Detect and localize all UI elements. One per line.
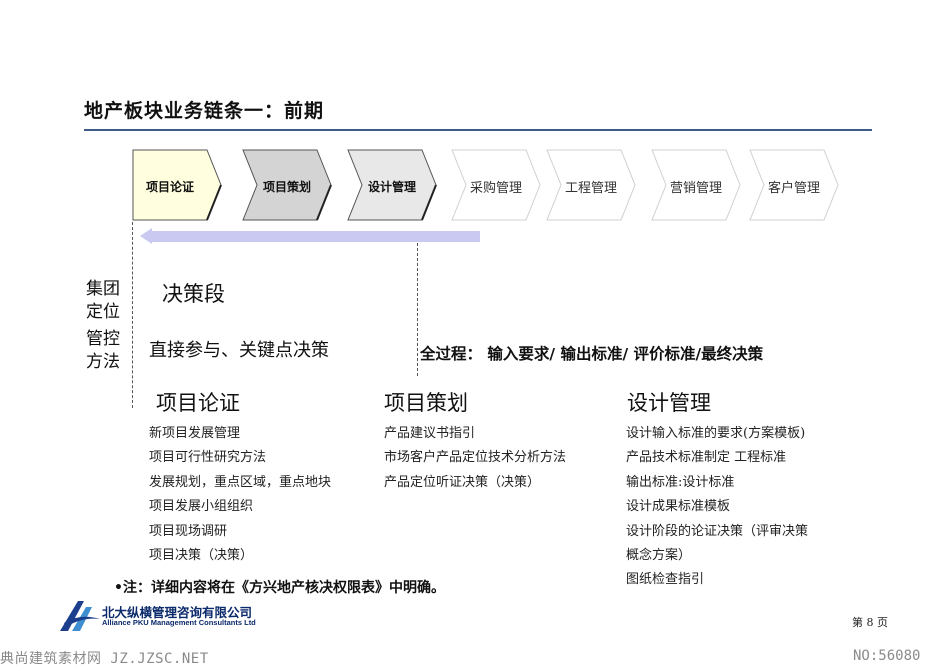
- stage-name: 决策段: [162, 282, 225, 306]
- chevron-label: 设计管理: [367, 179, 416, 194]
- list-item: 项目发展小组组织: [149, 499, 254, 515]
- column-title-project-planning: 项目策划: [384, 391, 468, 415]
- side-label-line: 定位: [86, 302, 120, 322]
- list-item: 项目决策（决策）: [149, 548, 254, 564]
- list-item: 产品技术标准制定 工程标准: [626, 450, 787, 466]
- chevron-customer: 客户管理: [749, 149, 839, 222]
- list-item: 产品定位听证决策（决策）: [384, 474, 541, 490]
- list-item: 产品建议书指引: [384, 426, 476, 441]
- list-item: 项目可行性研究方法: [149, 450, 267, 466]
- watermark-right: NO:56080: [853, 648, 921, 664]
- list-item: 设计阶段的论证决策（评审决策: [626, 523, 809, 539]
- chevron-project-evaluation: 项目论证: [132, 149, 222, 222]
- footnote: •注：详细内容将在《方兴地产核决权限表》中明确。: [114, 580, 445, 596]
- dotted-line-right: [417, 243, 418, 376]
- chevron-label: 采购管理: [469, 180, 522, 196]
- column-items-design-management: 设计输入标准的要求(方案模板) 产品技术标准制定 工程标准 输出标准:设计标准 …: [626, 422, 808, 593]
- left-arrow-bar: [140, 228, 480, 244]
- column-items-project-planning: 产品建议书指引 市场客户产品定位技术分析方法 产品定位听证决策（决策）: [384, 422, 566, 495]
- side-label-group-position: 集团 定位: [86, 278, 120, 324]
- page-number: 第 8 页: [852, 616, 888, 629]
- chevron-engineering: 工程管理: [546, 149, 636, 222]
- list-item: 市场客户产品定位技术分析方法: [384, 450, 567, 466]
- column-title-project-evaluation: 项目论证: [156, 391, 240, 415]
- chevron-label: 项目论证: [145, 179, 194, 194]
- chevron-marketing: 营销管理: [651, 149, 741, 222]
- chevron-label: 营销管理: [669, 180, 722, 196]
- watermark-left: 典尚建筑素材网 JZ.JZSC.NET: [0, 651, 209, 667]
- list-item: 设计成果标准模板: [626, 499, 731, 515]
- column-title-design-management: 设计管理: [627, 391, 711, 415]
- chevron-label: 工程管理: [564, 180, 617, 196]
- side-label-line: 方法: [86, 352, 120, 372]
- chevron-label: 项目策划: [262, 179, 311, 194]
- list-item: 图纸检查指引: [626, 572, 705, 588]
- list-item: 项目现场调研: [149, 523, 228, 539]
- chevron-procurement: 采购管理: [451, 149, 541, 222]
- list-item: 新项目发展管理: [149, 426, 241, 441]
- chevron-design-management: 设计管理: [347, 149, 437, 222]
- list-item: 输出标准:设计标准: [626, 474, 735, 490]
- title-divider: [84, 129, 872, 131]
- control-method: 直接参与、关键点决策: [149, 340, 329, 361]
- full-process-statement: 全过程： 输入要求/ 输出标准/ 评价标准/最终决策: [420, 345, 764, 363]
- list-item: 设计输入标准的要求(方案模板): [626, 426, 806, 441]
- company-logo-icon: [60, 601, 100, 631]
- side-label-control-method: 管控 方法: [86, 328, 120, 374]
- side-label-line: 管控: [86, 329, 120, 349]
- column-items-project-evaluation: 新项目发展管理 项目可行性研究方法 发展规划，重点区域，重点地块 项目发展小组组…: [149, 422, 331, 568]
- side-label-line: 集团: [86, 279, 120, 299]
- company-name-en: Alliance PKU Management Consultants Ltd: [102, 618, 256, 627]
- chevron-project-planning: 项目策划: [242, 149, 332, 222]
- chevron-label: 客户管理: [767, 180, 820, 196]
- dotted-line-left: [132, 222, 133, 408]
- list-item: 发展规划，重点区域，重点地块: [149, 474, 332, 490]
- slide-title: 地产板块业务链条一：前期: [84, 100, 325, 122]
- list-item: 概念方案）: [626, 548, 692, 564]
